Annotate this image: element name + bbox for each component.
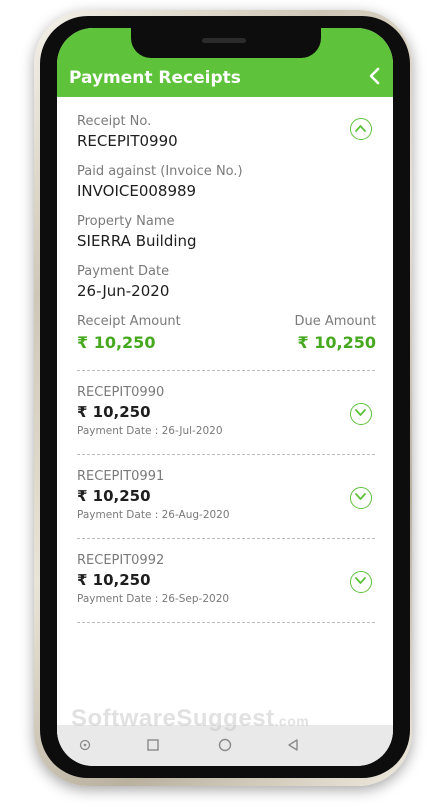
receipt-no-value: RECEPIT0990 xyxy=(77,132,178,150)
chevron-up-circle-icon xyxy=(355,125,366,132)
chevron-left-icon xyxy=(369,67,380,85)
chevron-down-circle-icon xyxy=(355,409,366,416)
home-button[interactable] xyxy=(217,737,233,753)
divider xyxy=(77,454,375,455)
property-value: SIERRA Building xyxy=(77,232,197,250)
android-nav-bar: SoftwareSuggest.com xyxy=(57,705,393,766)
triangle-back-icon xyxy=(288,739,298,751)
nav-dot-button[interactable] xyxy=(77,737,93,753)
receipt-amount: ₹ 10,250 xyxy=(77,571,151,589)
receipt-date: Payment Date : 26-Jul-2020 xyxy=(77,425,223,437)
nav-back-button[interactable] xyxy=(285,737,301,753)
invoice-field: Paid against (Invoice No.) INVOICE008989 xyxy=(77,164,377,200)
list-item[interactable]: RECEPIT0992 ₹ 10,250 Payment Date : 26-S… xyxy=(77,553,377,637)
receipt-id: RECEPIT0990 xyxy=(77,385,165,400)
phone-notch xyxy=(131,28,321,58)
due-amount-value: ₹ 10,250 xyxy=(297,333,376,352)
back-button[interactable] xyxy=(365,65,387,87)
payment-date-field: Payment Date 26-Jun-2020 xyxy=(77,264,377,300)
divider xyxy=(77,538,375,539)
invoice-label: Paid against (Invoice No.) xyxy=(77,164,243,179)
property-field: Property Name SIERRA Building xyxy=(77,214,377,250)
receipt-no-label: Receipt No. xyxy=(77,114,152,129)
divider xyxy=(77,370,375,371)
due-amount-field: Due Amount ₹ 10,250 xyxy=(257,314,376,352)
square-icon xyxy=(147,739,159,751)
receipt-amount: ₹ 10,250 xyxy=(77,403,151,421)
earpiece-speaker xyxy=(202,38,246,43)
receipt-date: Payment Date : 26-Aug-2020 xyxy=(77,509,230,521)
invoice-value: INVOICE008989 xyxy=(77,182,197,200)
divider xyxy=(77,622,375,623)
expand-button[interactable] xyxy=(350,403,372,425)
recents-button[interactable] xyxy=(145,737,161,753)
chevron-down-circle-icon xyxy=(355,493,366,500)
collapse-button[interactable] xyxy=(350,118,372,140)
page-title: Payment Receipts xyxy=(69,68,241,88)
due-amount-label: Due Amount xyxy=(294,314,376,329)
payment-date-value: 26-Jun-2020 xyxy=(77,282,170,300)
expand-button[interactable] xyxy=(350,571,372,593)
receipt-id: RECEPIT0991 xyxy=(77,469,165,484)
chevron-down-circle-icon xyxy=(355,577,366,584)
property-label: Property Name xyxy=(77,214,175,229)
circle-icon xyxy=(218,738,232,752)
receipt-id: RECEPIT0992 xyxy=(77,553,165,568)
app-screen: Payment Receipts Receipt No. RECEPIT0990… xyxy=(57,28,393,766)
payment-date-label: Payment Date xyxy=(77,264,170,279)
receipt-amount: ₹ 10,250 xyxy=(77,487,151,505)
list-item[interactable]: RECEPIT0991 ₹ 10,250 Payment Date : 26-A… xyxy=(77,469,377,553)
receipt-date: Payment Date : 26-Sep-2020 xyxy=(77,593,230,605)
expand-button[interactable] xyxy=(350,487,372,509)
receipt-no-field: Receipt No. RECEPIT0990 xyxy=(77,114,377,150)
list-item[interactable]: RECEPIT0990 ₹ 10,250 Payment Date : 26-J… xyxy=(77,385,377,469)
watermark: SoftwareSuggest.com xyxy=(71,705,310,732)
dot-circle-icon xyxy=(79,739,91,751)
